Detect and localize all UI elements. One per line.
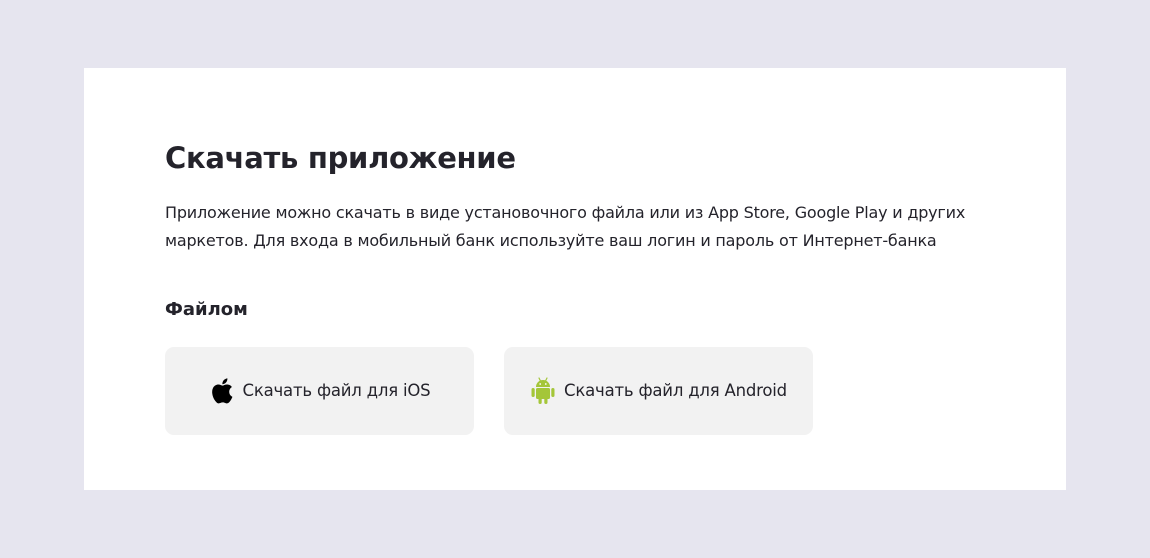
android-icon [530, 377, 556, 405]
download-android-button[interactable]: Скачать файл для Android [504, 347, 813, 435]
download-ios-label: Скачать файл для iOS [242, 381, 431, 400]
download-app-card: Скачать приложение Приложение можно скач… [84, 68, 1066, 490]
download-android-label: Скачать файл для Android [564, 381, 787, 400]
download-ios-button[interactable]: Скачать файл для iOS [165, 347, 474, 435]
apple-icon [209, 377, 235, 405]
section-title: Скачать приложение [165, 141, 516, 175]
section-description: Приложение можно скачать в виде установо… [165, 203, 966, 250]
section-subtitle: Файлом [165, 299, 248, 320]
